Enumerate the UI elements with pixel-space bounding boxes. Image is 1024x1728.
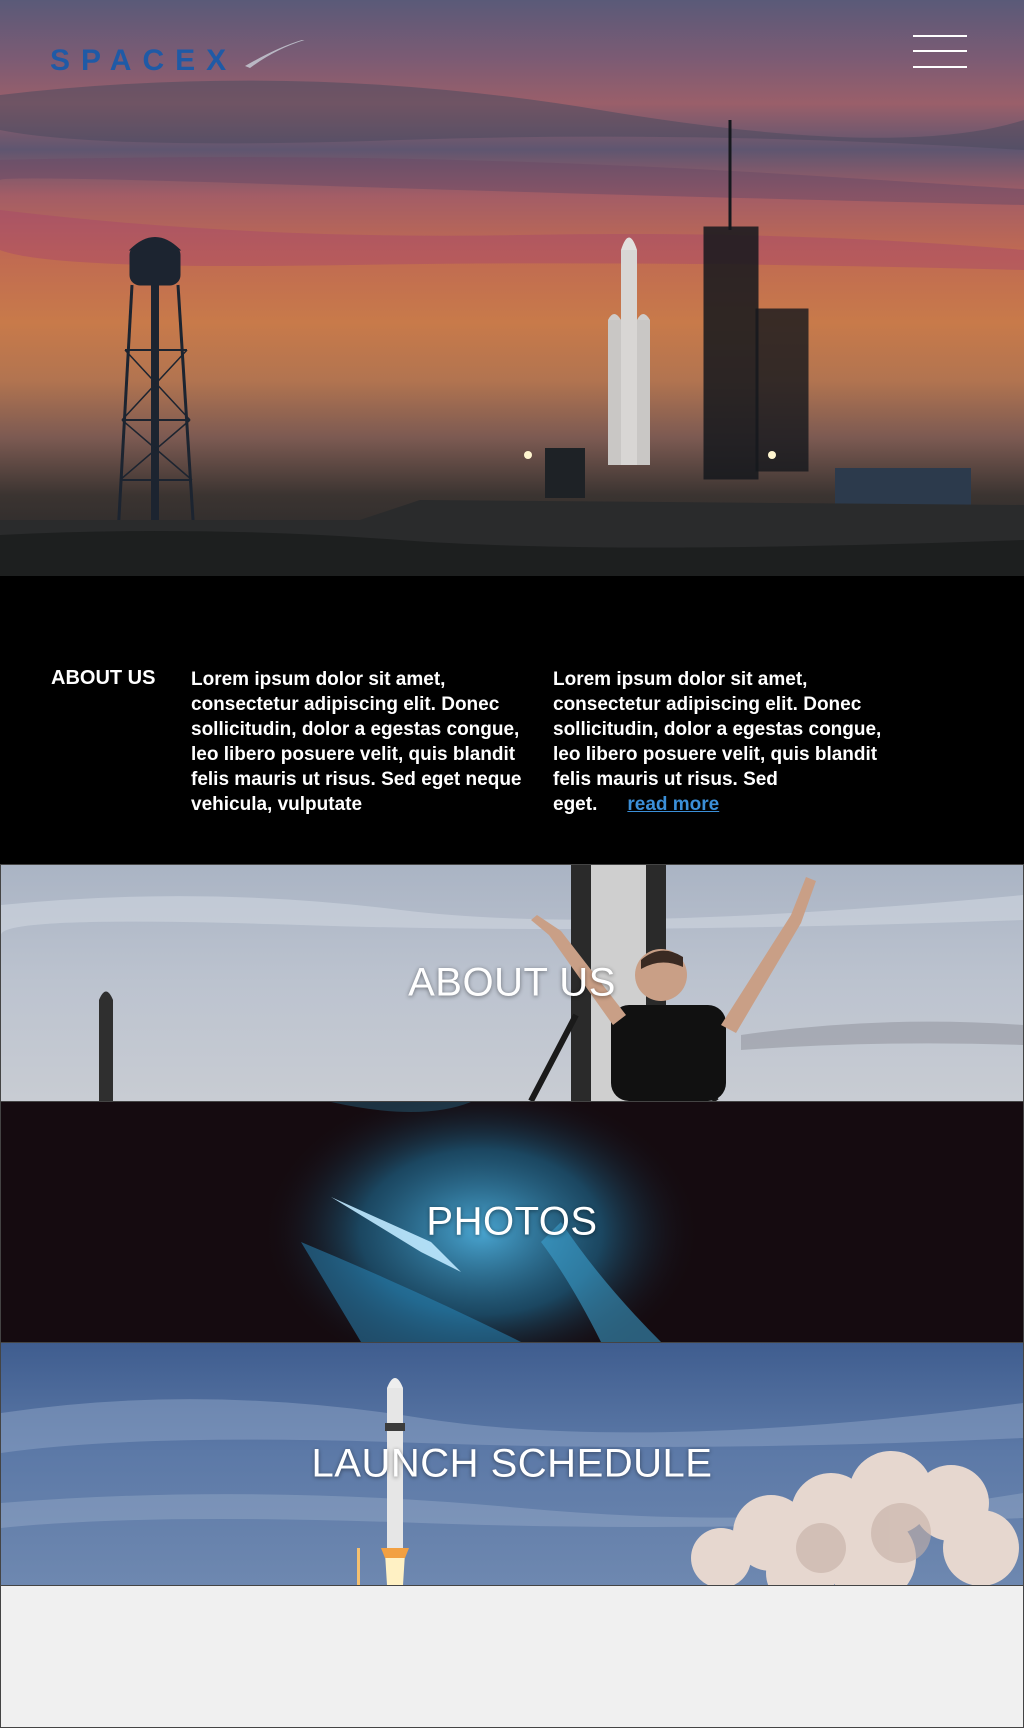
photos-banner[interactable]: PHOTOS (0, 1101, 1024, 1343)
read-more-link[interactable]: read more (627, 794, 719, 815)
hero-section: SPACEX (0, 0, 1024, 576)
photos-banner-label: PHOTOS (426, 1199, 598, 1244)
hero-launchpad-image (0, 80, 1024, 576)
footer-area (0, 1585, 1024, 1728)
about-us-banner-label: ABOUT US (408, 960, 616, 1005)
about-column-2: Lorem ipsum dolor sit amet, consectetur … (553, 667, 893, 817)
about-us-banner[interactable]: ABOUT US (0, 864, 1024, 1102)
page: SPACEX ABOUT US Lorem ipsum dolor sit am… (0, 0, 1024, 1728)
logo-text: SPACEX (50, 44, 237, 77)
about-column-1: Lorem ipsum dolor sit amet, consectetur … (191, 669, 522, 815)
hamburger-menu-button[interactable] (908, 30, 972, 72)
launch-schedule-banner[interactable]: LAUNCH SCHEDULE (0, 1342, 1024, 1586)
about-section: ABOUT US Lorem ipsum dolor sit amet, con… (0, 576, 1024, 864)
about-heading: ABOUT US (51, 667, 156, 689)
launch-schedule-banner-label: LAUNCH SCHEDULE (311, 1441, 713, 1486)
spacex-logo-mark: SPACEX (50, 40, 305, 77)
